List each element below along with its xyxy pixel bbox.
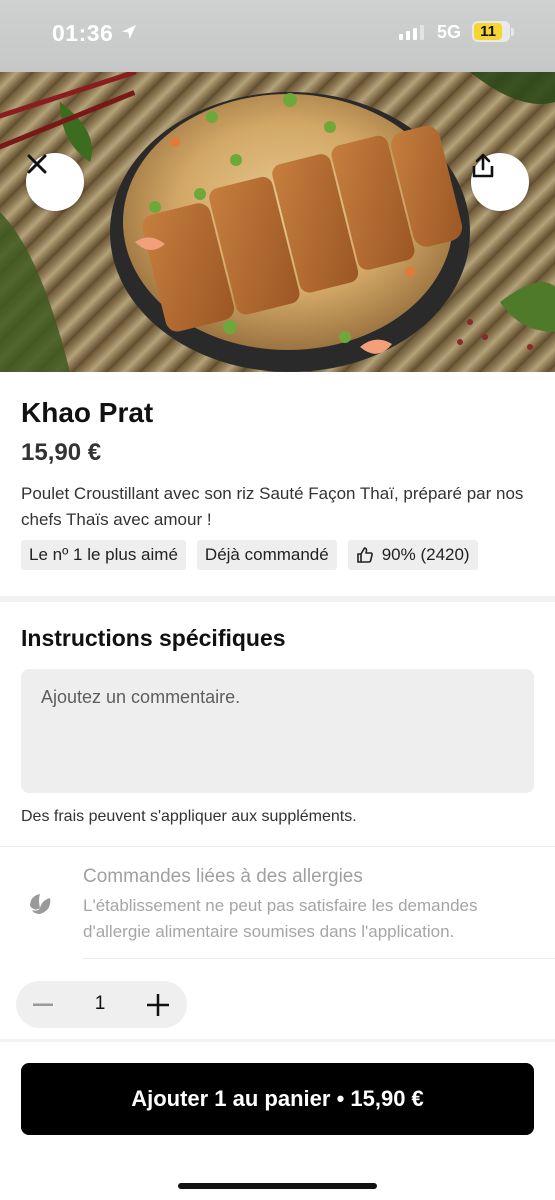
battery-cap: [511, 28, 514, 36]
comment-input[interactable]: [21, 669, 534, 793]
share-icon: [472, 153, 494, 178]
home-indicator[interactable]: [178, 1183, 377, 1189]
divider: [83, 958, 555, 959]
close-icon: [27, 154, 47, 174]
item-price: 15,90 €: [21, 439, 102, 466]
plus-icon: [147, 994, 169, 1016]
tag-label: 90% (2420): [381, 545, 470, 564]
battery-level: 11: [480, 23, 496, 40]
thumbs-up-icon: [356, 547, 373, 563]
battery-icon: 11: [472, 21, 510, 42]
item-title: Khao Prat: [21, 397, 154, 428]
tag-label: Déjà commandé: [204, 545, 329, 564]
status-time: 01:36: [52, 20, 114, 46]
minus-icon: [33, 1003, 53, 1006]
section-divider: [0, 596, 555, 602]
divider: [0, 846, 555, 847]
share-button[interactable]: [471, 153, 529, 211]
quantity-value: 1: [94, 993, 106, 1014]
tag-label: Le nº 1 le plus aimé: [29, 545, 178, 564]
leaf-icon: [26, 890, 54, 923]
item-description: Poulet Croustillant avec son riz Sauté F…: [21, 484, 524, 529]
item-photo: [0, 72, 555, 372]
network-label: 5G: [437, 22, 462, 42]
fees-note: Des frais peuvent s'appliquer aux supplé…: [21, 808, 357, 825]
tag-rating: 90% (2420): [347, 540, 478, 570]
add-to-cart-button[interactable]: Ajouter 1 au panier • 15,90 €: [21, 1063, 534, 1135]
allergy-text: L'établissement ne peut pas satisfaire l…: [83, 896, 478, 941]
tag-already-ordered: Déjà commandé: [196, 540, 337, 570]
tag-most-liked: Le nº 1 le plus aimé: [21, 540, 186, 570]
footer-divider: [0, 1039, 555, 1042]
increase-button[interactable]: [143, 990, 173, 1020]
decrease-button[interactable]: [28, 990, 58, 1020]
quantity-stepper: 1: [16, 981, 187, 1028]
signal-icon: [399, 24, 424, 40]
location-arrow-icon: [120, 23, 138, 46]
item-tags: Le nº 1 le plus aimé Déjà commandé 90% (…: [21, 540, 478, 570]
close-button[interactable]: [26, 153, 84, 211]
allergy-title: Commandes liées à des allergies: [83, 866, 363, 887]
status-bar: 01:36 5G 11: [0, 0, 555, 72]
food-illustration: [0, 72, 555, 372]
instructions-title: Instructions spécifiques: [21, 625, 286, 651]
